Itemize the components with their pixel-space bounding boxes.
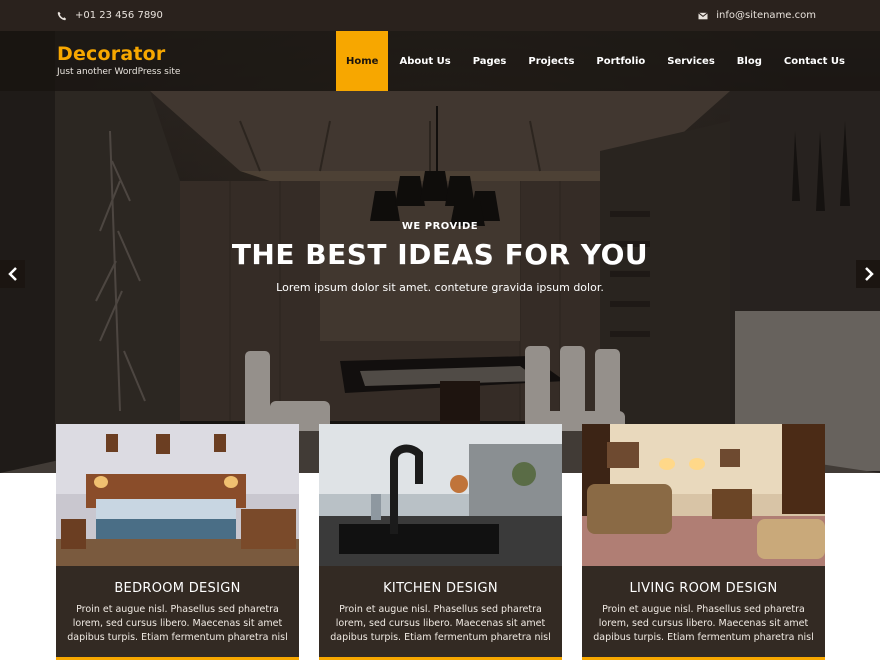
- site-title[interactable]: Decorator: [57, 43, 180, 65]
- nav-item-portfolio[interactable]: Portfolio: [585, 31, 656, 91]
- bedroom-image[interactable]: [56, 424, 299, 566]
- phone-number: +01 23 456 7890: [75, 10, 163, 21]
- card-description: Proin et augue nisl. Phasellus sed phare…: [67, 604, 288, 643]
- living-room-image[interactable]: [582, 424, 825, 566]
- hero-kicker: WE PROVIDE: [401, 221, 479, 232]
- card-description: Proin et augue nisl. Phasellus sed phare…: [330, 604, 551, 643]
- nav-item-blog[interactable]: Blog: [726, 31, 773, 91]
- nav-item-contact-us[interactable]: Contact Us: [773, 31, 856, 91]
- envelope-icon: [698, 11, 709, 19]
- card-kitchen-design[interactable]: KITCHEN DESIGN Proin et augue nisl. Phas…: [319, 424, 562, 660]
- phone-icon: [57, 11, 67, 20]
- hero-subtitle: Lorem ipsum dolor sit amet. conteture gr…: [276, 281, 604, 294]
- phone-contact[interactable]: +01 23 456 7890: [57, 10, 163, 21]
- kitchen-image[interactable]: [319, 424, 562, 566]
- card-description: Proin et augue nisl. Phasellus sed phare…: [593, 604, 814, 643]
- card-title[interactable]: KITCHEN DESIGN: [319, 581, 562, 596]
- card-living-room-design[interactable]: LIVING ROOM DESIGN Proin et augue nisl. …: [582, 424, 825, 660]
- feature-cards: BEDROOM DESIGN Proin et augue nisl. Phas…: [56, 424, 826, 660]
- nav-item-pages[interactable]: Pages: [462, 31, 518, 91]
- site-header: Decorator Just another WordPress site Ho…: [0, 31, 880, 91]
- nav-item-about-us[interactable]: About Us: [388, 31, 461, 91]
- site-branding[interactable]: Decorator Just another WordPress site: [57, 43, 180, 77]
- nav-item-services[interactable]: Services: [656, 31, 726, 91]
- email-contact[interactable]: info@sitename.com: [698, 10, 816, 21]
- card-bedroom-design[interactable]: BEDROOM DESIGN Proin et augue nisl. Phas…: [56, 424, 299, 660]
- site-tagline: Just another WordPress site: [57, 67, 181, 77]
- nav-item-projects[interactable]: Projects: [517, 31, 585, 91]
- hero-caption: WE PROVIDE THE BEST IDEAS FOR YOU Lorem …: [0, 221, 880, 294]
- email-address: info@sitename.com: [716, 10, 816, 21]
- main-nav: Home About Us Pages Projects Portfolio S…: [336, 31, 856, 91]
- top-bar: +01 23 456 7890 info@sitename.com: [0, 0, 880, 31]
- card-title[interactable]: BEDROOM DESIGN: [56, 581, 299, 596]
- nav-item-home[interactable]: Home: [336, 31, 389, 91]
- card-title[interactable]: LIVING ROOM DESIGN: [582, 581, 825, 596]
- hero-headline: THE BEST IDEAS FOR YOU: [231, 238, 649, 271]
